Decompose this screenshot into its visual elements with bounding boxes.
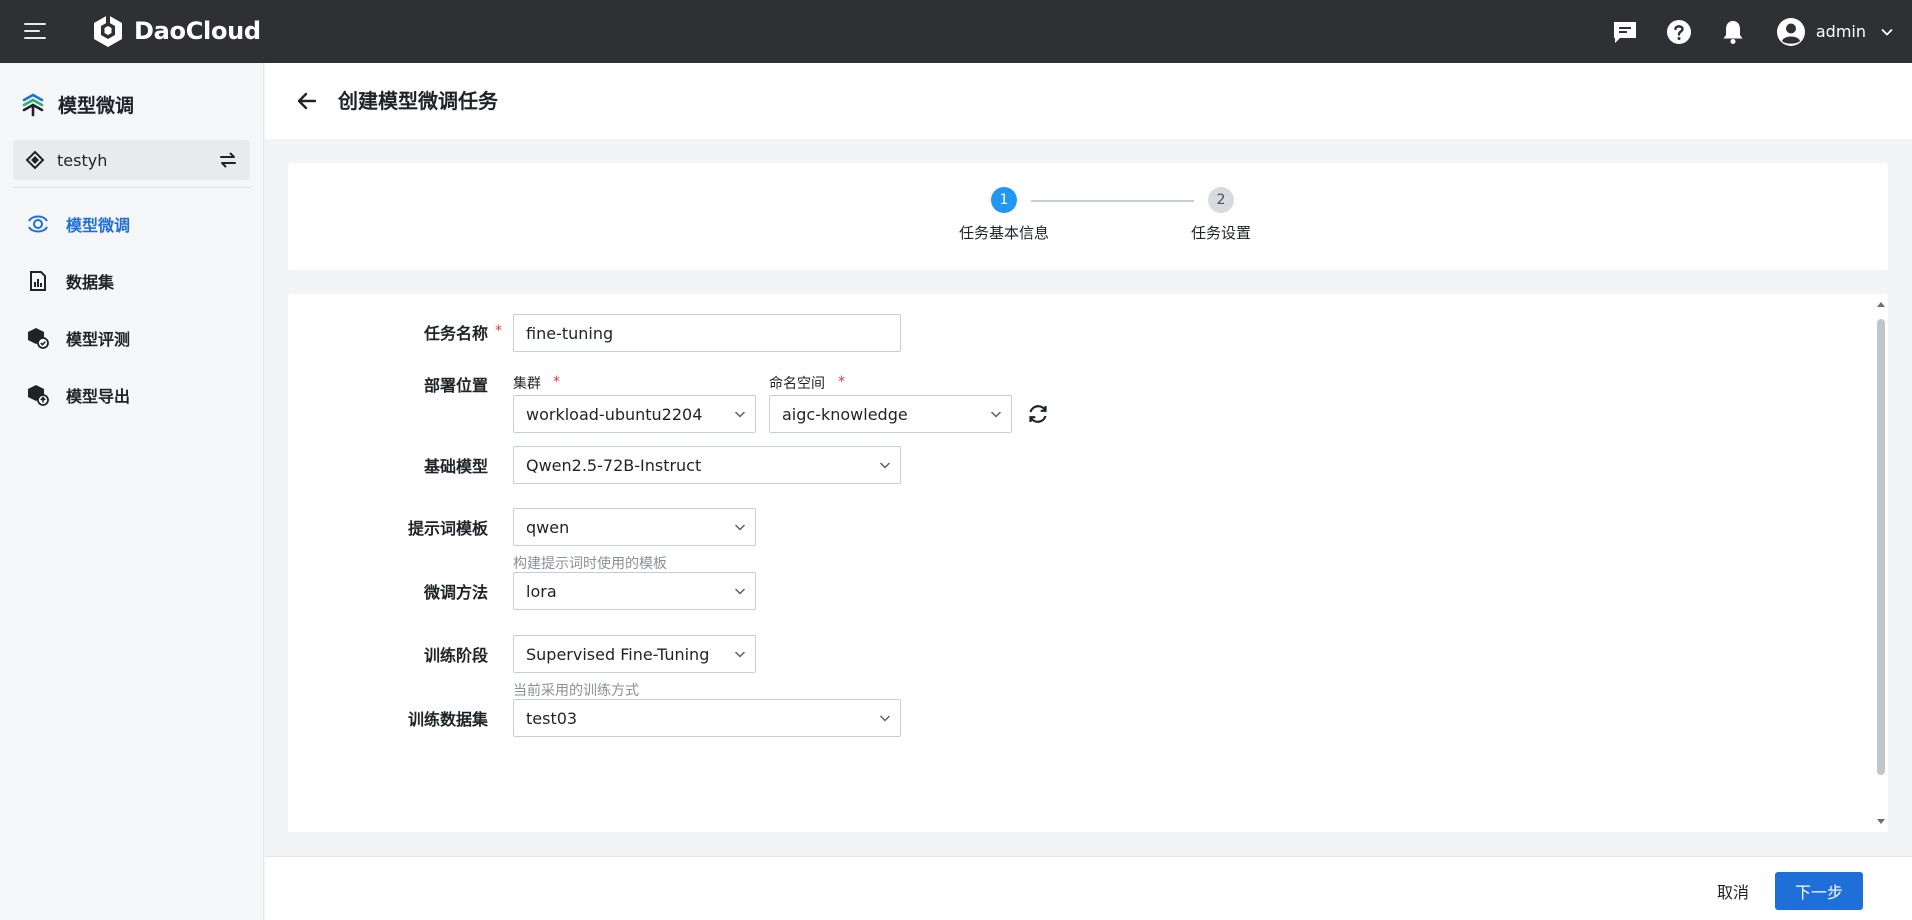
sidebar-item-label: 模型评测 <box>66 329 131 349</box>
train-stage-hint: 当前采用的训练方式 <box>513 683 639 699</box>
export-icon <box>28 384 49 406</box>
workspace-name: testyh <box>57 150 108 170</box>
sidebar: 模型微调 testyh 模型微调 数据集 模型评测 模型导出 <box>0 63 264 920</box>
cancel-button[interactable]: 取消 <box>1702 873 1764 909</box>
sidebar-title-label: 模型微调 <box>58 95 135 117</box>
step-label: 任务基本信息 <box>959 224 1050 242</box>
base-model-label: 基础模型 <box>423 457 488 476</box>
cluster-label: 集群 <box>513 376 541 392</box>
task-name-input[interactable]: fine-tuning <box>513 314 901 352</box>
step-number: 2 <box>1208 187 1234 213</box>
train-stage-label: 训练阶段 <box>423 646 488 665</box>
scroll-up-icon[interactable] <box>1876 300 1886 308</box>
scrollbar-thumb[interactable] <box>1877 319 1885 775</box>
base-model-value: Qwen2.5-72B-Instruct <box>526 455 702 475</box>
finetune-icon <box>28 215 48 232</box>
prompt-template-label: 提示词模板 <box>407 519 488 538</box>
sidebar-item-evaluate[interactable]: 模型评测 <box>0 309 264 366</box>
help-icon[interactable] <box>1664 17 1694 47</box>
brand-logo[interactable]: DaoCloud <box>90 13 261 49</box>
refresh-icon[interactable] <box>1026 402 1050 426</box>
chevron-down-icon <box>981 396 1011 432</box>
scroll-down-icon[interactable] <box>1876 818 1886 826</box>
sidebar-nav: 模型微调 数据集 模型评测 模型导出 <box>0 195 264 423</box>
chevron-down-icon <box>1881 28 1893 36</box>
required-mark: * <box>495 323 502 339</box>
chevron-down-icon <box>725 573 755 609</box>
chevron-down-icon <box>725 509 755 545</box>
form-card: 任务名称 * fine-tuning 部署位置 集群 * 命名空间 * work… <box>288 294 1888 832</box>
sidebar-title: 模型微调 <box>20 91 134 118</box>
evaluate-icon <box>28 327 49 349</box>
finetune-method-label: 微调方法 <box>423 583 488 602</box>
sidebar-item-export[interactable]: 模型导出 <box>0 366 264 423</box>
prompt-template-hint: 构建提示词时使用的模板 <box>513 556 667 572</box>
workspace-selector[interactable]: testyh <box>13 140 250 180</box>
sidebar-item-label: 模型微调 <box>66 215 131 235</box>
step-number: 1 <box>991 187 1017 213</box>
chevron-down-icon <box>870 447 900 483</box>
back-arrow-icon[interactable] <box>295 89 319 113</box>
page-header: 创建模型微调任务 <box>265 63 1912 139</box>
base-model-select[interactable]: Qwen2.5-72B-Instruct <box>513 446 901 484</box>
workspace-icon <box>25 150 45 170</box>
required-mark: * <box>838 374 845 390</box>
steps-card: 1 任务基本信息 2 任务设置 <box>288 163 1888 270</box>
cluster-select[interactable]: workload-ubuntu2204 <box>513 395 756 433</box>
sidebar-item-dataset[interactable]: 数据集 <box>0 252 264 309</box>
step-label: 任务设置 <box>1191 224 1252 242</box>
train-dataset-label: 训练数据集 <box>407 710 488 729</box>
brand-name: DaoCloud <box>134 17 261 45</box>
train-dataset-value: test03 <box>526 708 578 728</box>
footer-bar: 取消 下一步 <box>265 856 1912 920</box>
menu-icon[interactable] <box>22 19 50 43</box>
user-avatar-icon <box>1776 17 1805 46</box>
prompt-template-value: qwen <box>526 517 570 537</box>
dataset-icon <box>30 270 46 291</box>
chevron-down-icon <box>870 700 900 736</box>
chevron-down-icon <box>725 636 755 672</box>
namespace-select[interactable]: aigc-knowledge <box>769 395 1012 433</box>
chevron-down-icon <box>725 396 755 432</box>
sidebar-divider <box>13 187 250 188</box>
top-bar: DaoCloud admin <box>0 0 1912 63</box>
finetune-method-select[interactable]: lora <box>513 572 756 610</box>
task-name-label: 任务名称 <box>423 324 488 343</box>
daocloud-logo-icon <box>94 15 122 47</box>
required-mark: * <box>553 374 560 390</box>
train-stage-select[interactable]: Supervised Fine-Tuning <box>513 635 756 673</box>
switch-icon[interactable] <box>217 149 239 171</box>
next-step-button[interactable]: 下一步 <box>1775 872 1863 910</box>
step-2[interactable]: 2 任务设置 <box>1191 187 1251 243</box>
sidebar-item-finetune[interactable]: 模型微调 <box>0 195 264 252</box>
bell-icon[interactable] <box>1718 17 1748 47</box>
sidebar-item-label: 数据集 <box>66 272 115 292</box>
namespace-value: aigc-knowledge <box>782 404 908 424</box>
sidebar-item-label: 模型导出 <box>66 386 131 406</box>
train-stage-value: Supervised Fine-Tuning <box>526 644 710 664</box>
user-name: admin <box>1815 22 1866 41</box>
train-dataset-select[interactable]: test03 <box>513 699 901 737</box>
prompt-template-select[interactable]: qwen <box>513 508 756 546</box>
user-menu[interactable]: admin <box>1776 17 1894 47</box>
namespace-label: 命名空间 <box>769 376 825 392</box>
task-name-value: fine-tuning <box>526 323 614 343</box>
step-1[interactable]: 1 任务基本信息 <box>959 187 1049 243</box>
finetune-logo-icon <box>22 93 44 116</box>
page-title: 创建模型微调任务 <box>338 89 498 113</box>
finetune-method-value: lora <box>526 581 557 601</box>
message-icon[interactable] <box>1610 17 1640 47</box>
deploy-label: 部署位置 <box>423 376 488 395</box>
step-connector <box>1031 200 1194 202</box>
cluster-value: workload-ubuntu2204 <box>526 404 703 424</box>
main-content: 创建模型微调任务 1 任务基本信息 2 任务设置 任务名称 * fine-tun… <box>265 63 1912 920</box>
